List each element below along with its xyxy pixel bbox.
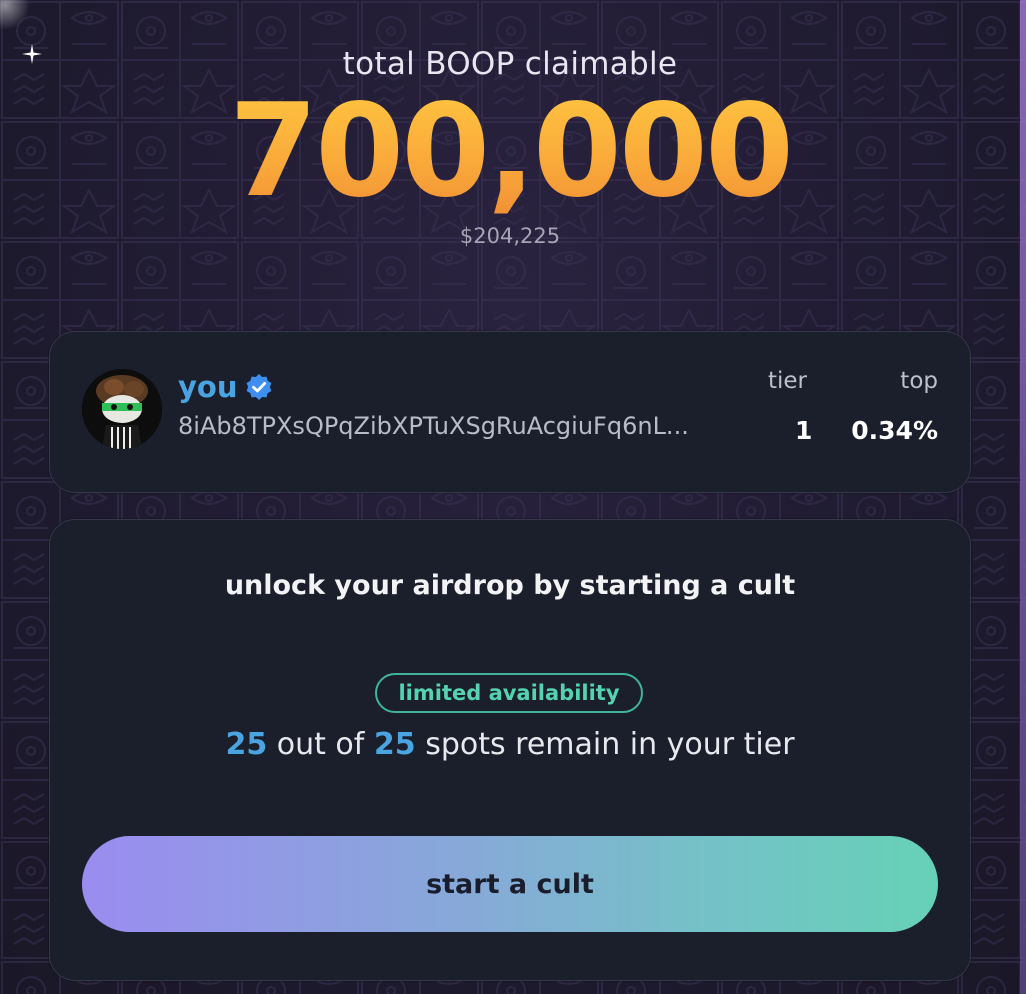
tier-label: tier bbox=[768, 368, 808, 394]
spots-text-remain: spots remain in your tier bbox=[425, 727, 795, 762]
claim-header: total BOOP claimable 700,000 $204,225 bbox=[0, 46, 1020, 248]
user-name-row: you bbox=[178, 370, 273, 404]
tier-value: 1 bbox=[795, 416, 813, 445]
cult-card: unlock your airdrop by starting a cult l… bbox=[49, 519, 971, 981]
avatar[interactable] bbox=[82, 369, 162, 449]
user-card: you 8iAb8TPXsQPqZibXPTuXSgRuAcgiuFq6nL..… bbox=[49, 331, 971, 493]
right-edge-glow bbox=[1020, 0, 1026, 994]
avatar-image bbox=[82, 369, 162, 449]
spots-remaining-text: 25 out of 25 spots remain in your tier bbox=[50, 727, 970, 762]
start-cult-button[interactable]: start a cult bbox=[82, 836, 938, 932]
top-label: top bbox=[900, 368, 938, 394]
spots-text-out-of: out of bbox=[276, 727, 365, 762]
spots-remaining-count: 25 bbox=[225, 727, 268, 762]
availability-badge: limited availability bbox=[375, 673, 643, 713]
spots-total-count: 25 bbox=[373, 727, 416, 762]
user-name: you bbox=[178, 370, 238, 404]
claimable-amount: 700,000 bbox=[0, 84, 1020, 220]
cult-title: unlock your airdrop by starting a cult bbox=[224, 570, 796, 601]
verified-check-icon bbox=[247, 374, 272, 400]
wallet-address: 8iAb8TPXsQPqZibXPTuXSgRuAcgiuFq6nL... bbox=[178, 412, 689, 440]
claimable-usd-value: $204,225 bbox=[459, 224, 561, 248]
top-value: 0.34% bbox=[851, 416, 938, 445]
